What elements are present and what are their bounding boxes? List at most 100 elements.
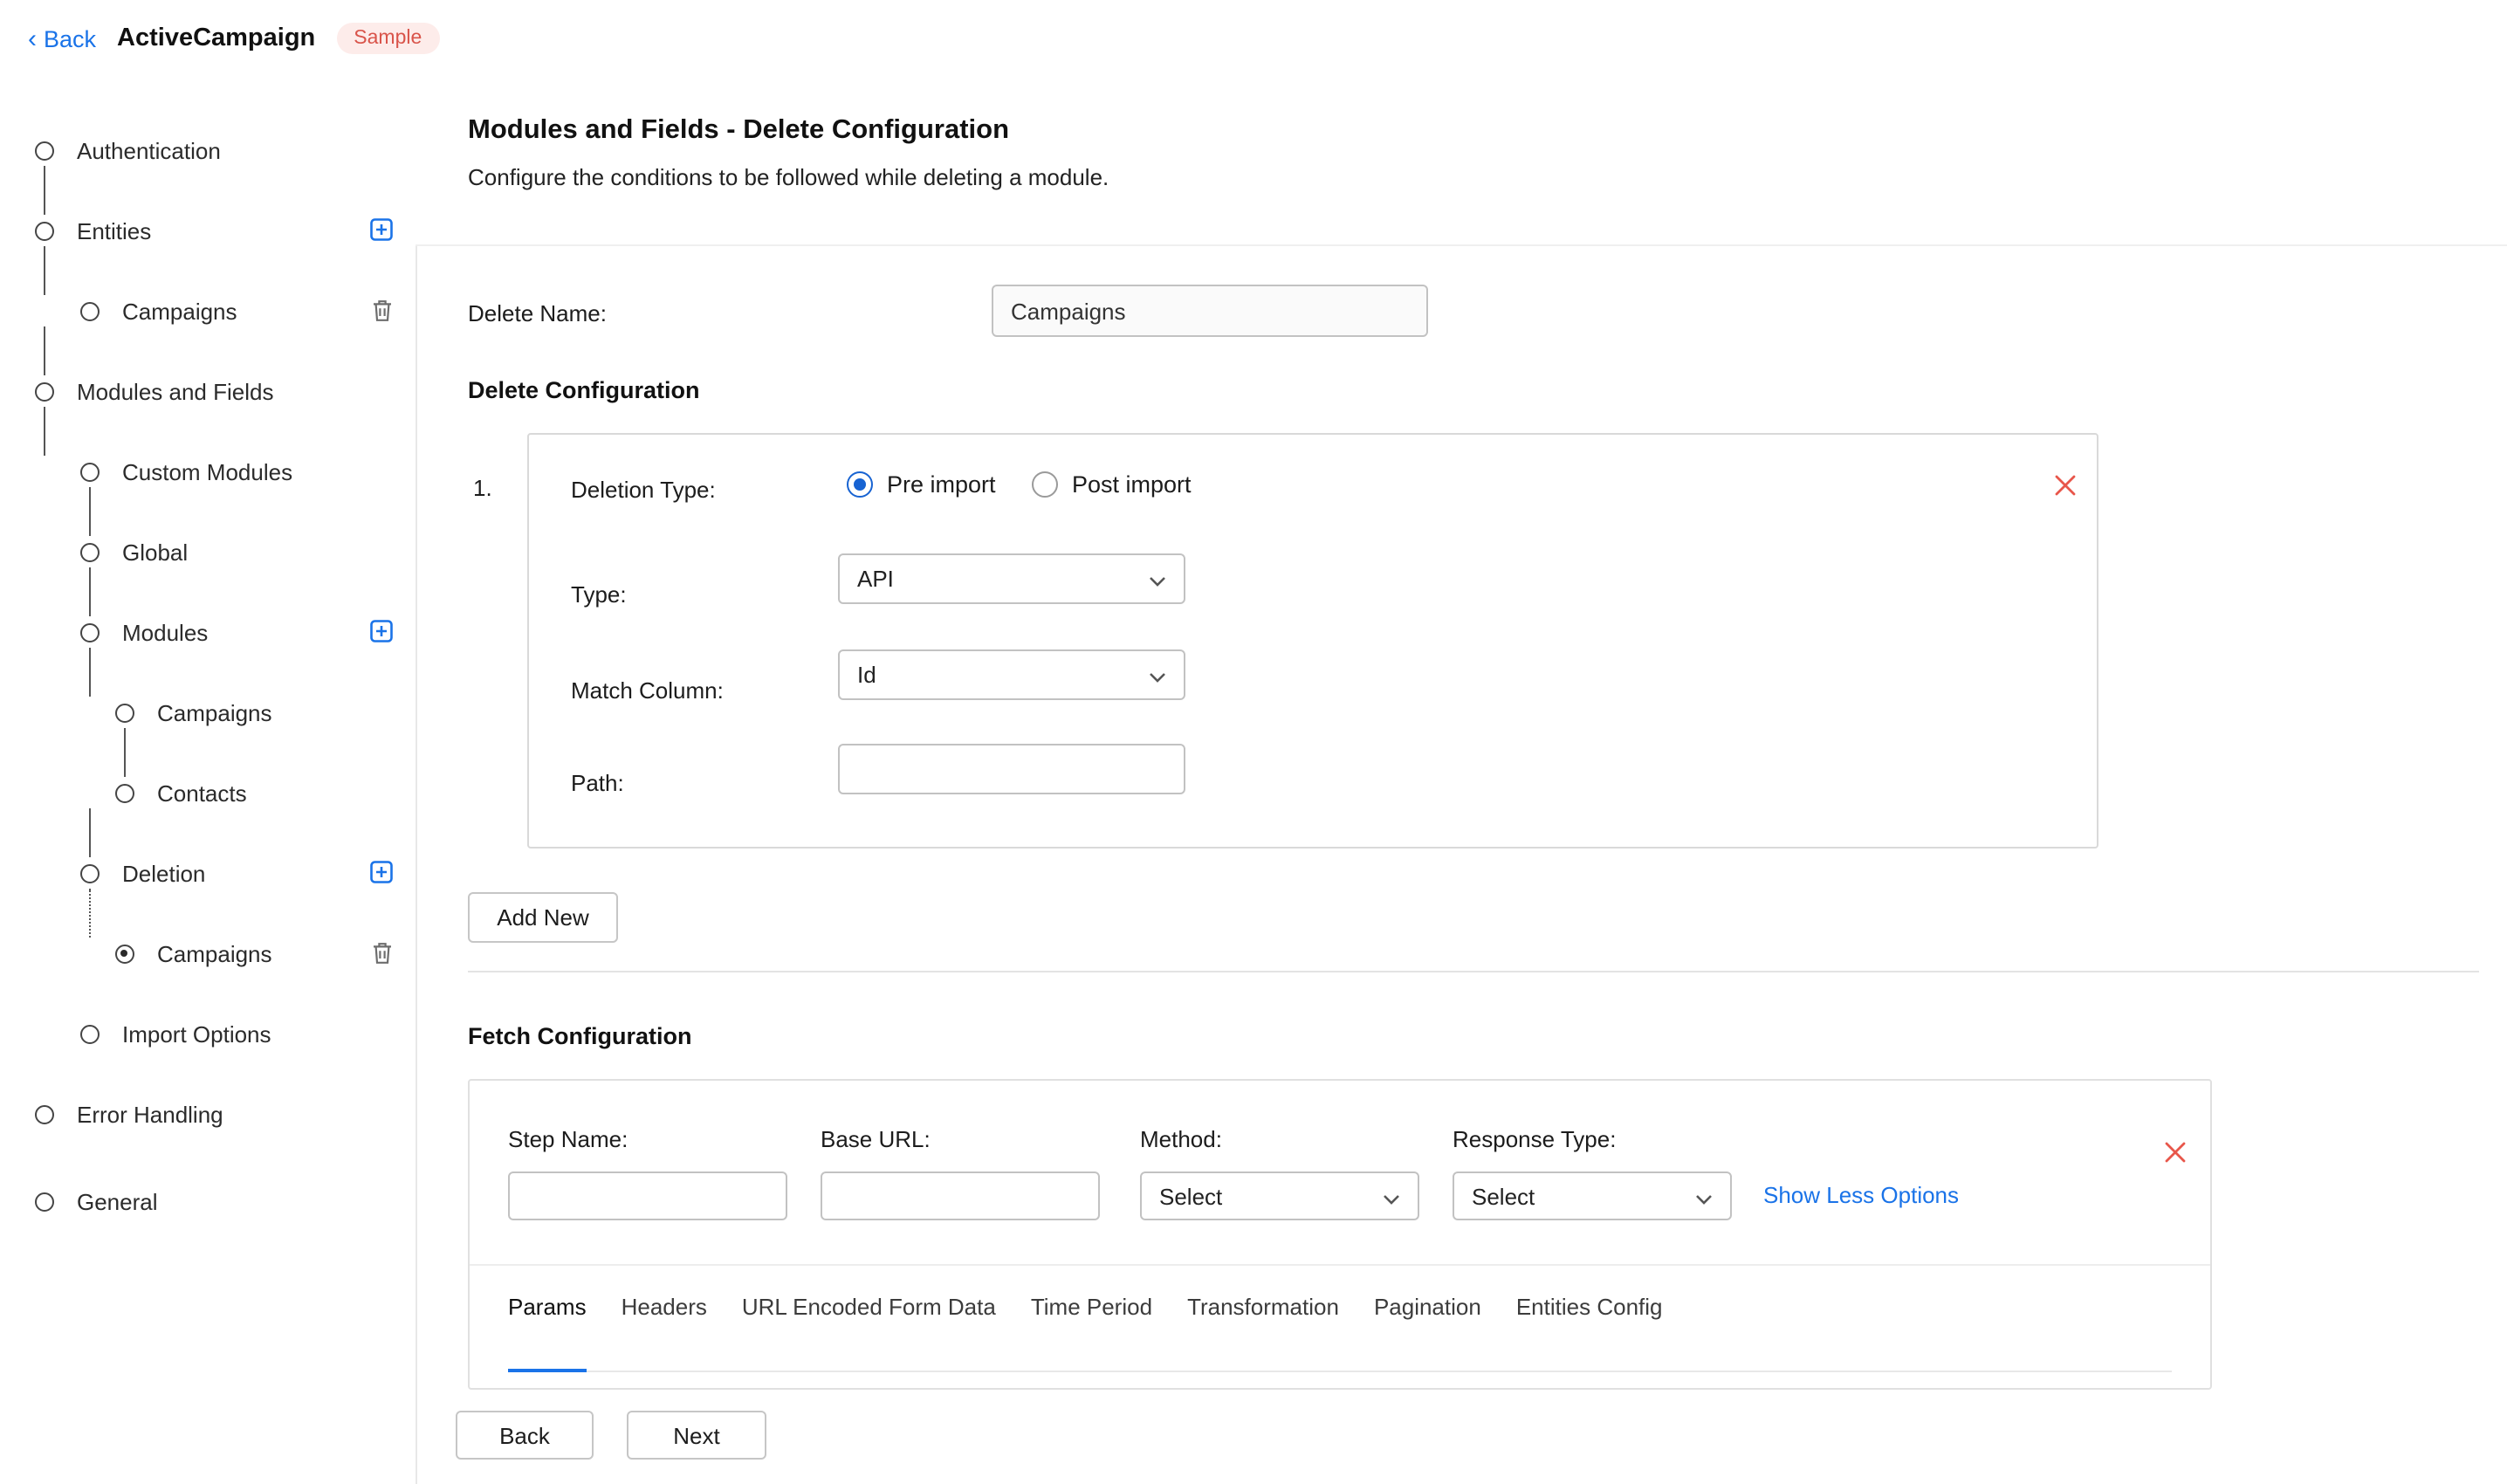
sidebar-item-deletion-campaigns-selected[interactable]: Campaigns: [115, 936, 272, 971]
tree-connector-dotted: [89, 889, 91, 938]
delete-configuration-card: Deletion Type: Pre import Post import Ty…: [527, 433, 2098, 848]
tab-transformation[interactable]: Transformation: [1187, 1266, 1339, 1372]
tree-connector: [44, 407, 45, 456]
tree-connector: [124, 728, 126, 777]
sidebar-item-authentication[interactable]: Authentication: [35, 133, 221, 168]
page: ‹ Back ActiveCampaign Sample Authenticat…: [0, 0, 2507, 1484]
tree-connector: [89, 808, 91, 857]
sidebar-item-entities[interactable]: Entities: [35, 213, 151, 248]
step-circle-icon: [35, 141, 54, 160]
step-circle-icon: [35, 1104, 54, 1123]
post-import-radio[interactable]: Post import: [1032, 471, 1192, 498]
step-name-label: Step Name:: [508, 1126, 628, 1152]
tree-connector: [44, 326, 45, 375]
chevron-down-icon: [1149, 566, 1166, 592]
method-select-value: Select: [1159, 1183, 1222, 1209]
fetch-configuration-heading: Fetch Configuration: [468, 1023, 692, 1049]
step-circle-icon: [115, 703, 134, 722]
chevron-down-icon: [1695, 1183, 1713, 1209]
response-type-select[interactable]: Select: [1453, 1171, 1732, 1220]
delete-configuration-heading: Delete Configuration: [468, 377, 700, 403]
response-type-select-value: Select: [1472, 1183, 1535, 1209]
pre-import-radio[interactable]: Pre import: [847, 471, 996, 498]
app-title: ActiveCampaign: [117, 24, 315, 52]
next-button[interactable]: Next: [627, 1411, 766, 1460]
tree-connector: [44, 166, 45, 215]
sample-badge: Sample: [336, 23, 439, 54]
sidebar-item-modules-campaigns[interactable]: Campaigns: [115, 695, 272, 730]
sidebar-item-deletion[interactable]: Deletion: [80, 855, 205, 890]
page-header-block: Modules and Fields - Delete Configuratio…: [416, 77, 2507, 246]
top-header: ‹ Back ActiveCampaign Sample: [0, 0, 2507, 79]
tab-url-encoded-form-data[interactable]: URL Encoded Form Data: [742, 1266, 996, 1372]
tree-connector: [44, 246, 45, 295]
remove-delete-config-icon[interactable]: [2053, 473, 2078, 498]
page-title: Modules and Fields - Delete Configuratio…: [468, 115, 1009, 147]
response-type-label: Response Type:: [1453, 1126, 1616, 1152]
page-subtitle: Configure the conditions to be followed …: [468, 164, 1109, 190]
method-select[interactable]: Select: [1140, 1171, 1419, 1220]
tab-headers[interactable]: Headers: [622, 1266, 707, 1372]
delete-config-item-number: 1.: [473, 475, 492, 501]
chevron-down-icon: [1383, 1183, 1400, 1209]
step-circle-icon: [35, 381, 54, 401]
match-column-select-value: Id: [857, 662, 876, 688]
sidebar-item-general[interactable]: General: [35, 1184, 158, 1219]
chevron-down-icon: [1149, 662, 1166, 688]
tab-pagination[interactable]: Pagination: [1374, 1266, 1481, 1372]
step-circle-icon: [80, 301, 100, 320]
step-circle-icon: [35, 1192, 54, 1211]
sidebar-item-entities-campaigns[interactable]: Campaigns: [80, 293, 237, 328]
add-new-button[interactable]: Add New: [468, 892, 618, 943]
sidebar-item-modules-contacts[interactable]: Contacts: [115, 775, 247, 810]
step-circle-icon: [80, 462, 100, 481]
sidebar-item-global[interactable]: Global: [80, 534, 188, 569]
chevron-left-icon: ‹: [28, 25, 37, 52]
step-circle-icon: [80, 1024, 100, 1043]
sidebar-item-custom-modules[interactable]: Custom Modules: [80, 454, 292, 489]
tab-time-period[interactable]: Time Period: [1031, 1266, 1152, 1372]
step-circle-icon: [35, 221, 54, 240]
tree-connector: [89, 567, 91, 616]
sidebar-item-modules-and-fields[interactable]: Modules and Fields: [35, 374, 273, 409]
path-label: Path:: [571, 770, 624, 796]
back-link[interactable]: ‹ Back: [28, 25, 96, 52]
tree-connector: [89, 487, 91, 536]
match-column-label: Match Column:: [571, 677, 724, 704]
type-select[interactable]: API: [838, 553, 1185, 604]
add-modules-icon[interactable]: [370, 620, 393, 642]
show-less-options-link[interactable]: Show Less Options: [1763, 1182, 1959, 1208]
radio-unselected-icon: [1032, 471, 1058, 498]
base-url-input[interactable]: [821, 1171, 1100, 1220]
tab-params[interactable]: Params: [508, 1266, 587, 1372]
fetch-configuration-card: Step Name: Base URL: Method: Select Resp…: [468, 1079, 2212, 1390]
remove-fetch-config-icon[interactable]: [2163, 1140, 2188, 1165]
tree-connector: [89, 648, 91, 697]
add-deletion-icon[interactable]: [370, 861, 393, 883]
step-circle-selected-icon: [115, 944, 134, 963]
method-label: Method:: [1140, 1126, 1222, 1152]
path-input[interactable]: [838, 744, 1185, 794]
back-link-label: Back: [44, 25, 96, 52]
type-label: Type:: [571, 581, 627, 608]
deletion-type-label: Deletion Type:: [571, 477, 716, 503]
delete-name-label: Delete Name:: [468, 300, 607, 326]
sidebar-item-modules[interactable]: Modules: [80, 615, 208, 649]
base-url-label: Base URL:: [821, 1126, 931, 1152]
delete-deletion-campaigns-icon[interactable]: [372, 941, 393, 965]
delete-name-input[interactable]: [992, 285, 1428, 337]
delete-entities-campaigns-icon[interactable]: [372, 299, 393, 323]
match-column-select[interactable]: Id: [838, 649, 1185, 700]
back-button[interactable]: Back: [456, 1411, 594, 1460]
sidebar-nav: Authentication Entities Campaigns Module…: [0, 77, 417, 1484]
step-name-input[interactable]: [508, 1171, 787, 1220]
step-circle-icon: [80, 622, 100, 642]
step-circle-icon: [115, 783, 134, 802]
add-entities-icon[interactable]: [370, 218, 393, 241]
sidebar-item-error-handling[interactable]: Error Handling: [35, 1096, 223, 1131]
step-circle-icon: [80, 542, 100, 561]
sidebar-item-import-options[interactable]: Import Options: [80, 1016, 271, 1051]
section-divider: [468, 971, 2479, 972]
fetch-config-tabs: Params Headers URL Encoded Form Data Tim…: [508, 1266, 2172, 1372]
tab-entities-config[interactable]: Entities Config: [1516, 1266, 1663, 1372]
